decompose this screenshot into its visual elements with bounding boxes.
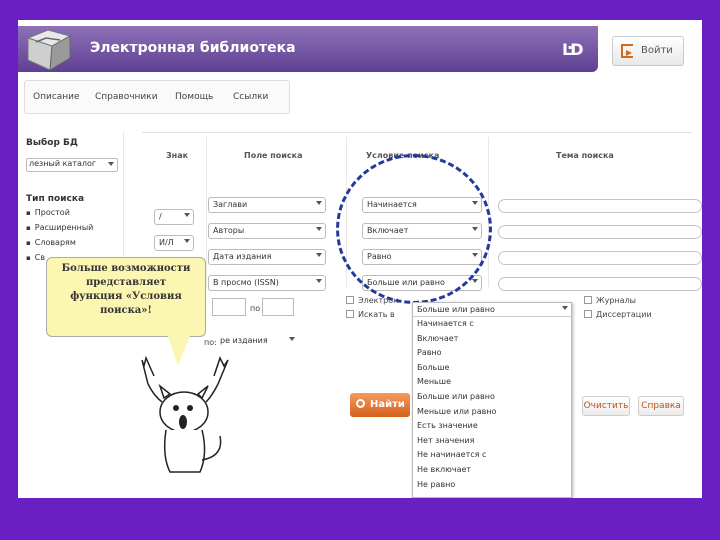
search-type-simple[interactable]: Простой xyxy=(26,208,70,217)
chevron-down-icon xyxy=(562,306,568,310)
dropdown-option[interactable]: Меньше или равно xyxy=(413,405,571,420)
dropdown-option[interactable]: Включает xyxy=(413,332,571,347)
db-heading: Выбор БД xyxy=(26,138,78,148)
callout-bubble: Больше возможности представляет функция … xyxy=(46,257,206,337)
checkbox-journals[interactable] xyxy=(584,296,592,304)
chevron-down-icon xyxy=(289,337,295,341)
col-field: Поле поиска xyxy=(244,151,303,160)
book-icon xyxy=(26,29,72,71)
help-button[interactable]: Справка xyxy=(638,396,684,416)
chevron-down-icon xyxy=(184,239,190,243)
topic-input-1[interactable] xyxy=(498,199,702,213)
highlight-circle xyxy=(336,154,492,304)
chevron-down-icon xyxy=(316,279,322,283)
dropdown-option[interactable]: Меньше xyxy=(413,375,571,390)
cat-illustration xyxy=(141,356,229,473)
dropdown-option[interactable]: Не включает xyxy=(413,463,571,478)
topic-input-2[interactable] xyxy=(498,225,702,239)
checkbox-dissertations[interactable] xyxy=(584,310,592,318)
callout-line: функция «Условия xyxy=(70,291,182,302)
topic-input-4[interactable] xyxy=(498,277,702,291)
nav-tabs: Описание Справочники Помощь Ссылки xyxy=(24,80,290,114)
field-select-2[interactable]: Авторы xyxy=(208,223,326,239)
exit-door-icon xyxy=(621,44,633,58)
dropdown-option[interactable]: Больше или равно xyxy=(413,390,571,405)
search-icon xyxy=(356,399,365,408)
dropdown-selected[interactable]: Больше или равно xyxy=(413,303,571,317)
chevron-down-icon xyxy=(316,227,322,231)
find-button[interactable]: Найти xyxy=(350,393,410,417)
app-title: Электронная библиотека xyxy=(90,40,296,56)
chevron-down-icon xyxy=(184,213,190,217)
field-select-3[interactable]: Дата издания xyxy=(208,249,326,265)
help-label: Справка xyxy=(641,401,681,411)
checkbox-dissertations-label: Диссертации xyxy=(596,310,652,319)
col-sign: Знак xyxy=(166,151,189,160)
condition-dropdown[interactable]: Больше или равно Начинается с Включает Р… xyxy=(412,302,572,498)
db-select-value: лезный каталог xyxy=(29,159,97,168)
search-type-dictionary[interactable]: Словарям xyxy=(26,238,76,247)
dropdown-options: Начинается с Включает Равно Больше Меньш… xyxy=(413,317,571,492)
field-select-1[interactable]: Заглави xyxy=(208,197,326,213)
range-to-input[interactable] xyxy=(262,298,294,316)
search-type-other[interactable]: Св xyxy=(26,253,45,262)
tab-links[interactable]: Ссылки xyxy=(233,92,268,102)
dropdown-option[interactable]: Равно xyxy=(413,346,571,361)
dropdown-option[interactable]: Не равно xyxy=(413,478,571,493)
chevron-down-icon xyxy=(316,253,322,257)
clear-button[interactable]: Очистить xyxy=(582,396,630,416)
callout-line: поиска»! xyxy=(100,305,152,316)
tab-help[interactable]: Помощь xyxy=(175,92,213,102)
sign-select-2[interactable]: И/Л xyxy=(154,235,194,251)
search-type-heading: Тип поиска xyxy=(26,194,85,204)
brand-logo: ĿD xyxy=(562,40,584,59)
tab-references[interactable]: Справочники xyxy=(95,92,158,102)
checkbox-journals-label: Журналы xyxy=(596,296,636,305)
field-select-4[interactable]: В просмо (ISSN) xyxy=(208,275,326,291)
tab-description[interactable]: Описание xyxy=(33,92,80,102)
app-header: Электронная библиотека ĿD xyxy=(18,26,598,72)
sort-select[interactable]: ре издания xyxy=(216,334,298,350)
dropdown-option[interactable]: Есть значение xyxy=(413,419,571,434)
dropdown-option[interactable]: Больше xyxy=(413,361,571,376)
dropdown-option[interactable]: Начинается с xyxy=(413,317,571,332)
db-select[interactable]: лезный каталог xyxy=(26,158,118,172)
callout-line: Больше возможности xyxy=(61,263,191,274)
chevron-down-icon xyxy=(108,162,114,166)
checkbox-electronic[interactable] xyxy=(346,296,354,304)
login-label: Войти xyxy=(641,45,673,56)
dropdown-option[interactable]: Не начинается с xyxy=(413,448,571,463)
clear-label: Очистить xyxy=(583,401,629,411)
chevron-down-icon xyxy=(316,201,322,205)
dropdown-option[interactable]: Нет значения xyxy=(413,434,571,449)
login-button[interactable]: Войти xyxy=(612,36,684,66)
chevron-down-icon xyxy=(472,279,478,283)
topic-input-3[interactable] xyxy=(498,251,702,265)
search-type-extended[interactable]: Расширенный xyxy=(26,223,94,232)
range-separator: по xyxy=(250,304,261,313)
col-topic: Тема поиска xyxy=(556,151,614,160)
divider xyxy=(206,137,207,287)
find-label: Найти xyxy=(370,399,405,410)
callout-line: представляет xyxy=(85,277,167,288)
checkbox-search-in-label: Искать в xyxy=(358,310,395,319)
sign-select-1[interactable]: / xyxy=(154,209,194,225)
range-from-input[interactable] xyxy=(212,298,246,316)
sort-label: по: xyxy=(204,338,217,347)
checkbox-search-in[interactable] xyxy=(346,310,354,318)
